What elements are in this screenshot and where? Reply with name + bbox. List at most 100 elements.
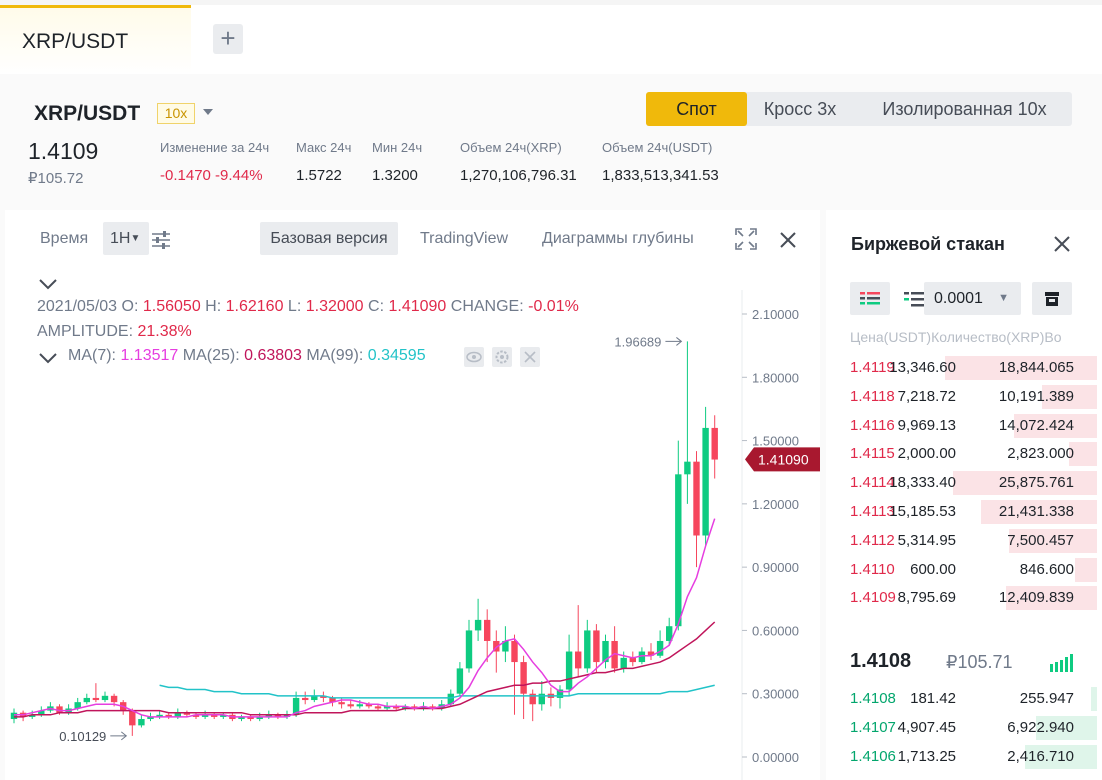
y-tick-label: 1.80000: [752, 370, 799, 385]
y-tick-label: 0.30000: [752, 687, 799, 702]
col-volume: Во: [1044, 329, 1062, 345]
bid-total: 2,416.710: [1007, 747, 1074, 765]
orderbook-both-icon: [860, 292, 880, 305]
pair-title[interactable]: XRP/USDT: [34, 102, 140, 126]
precision-value: 0.0001: [934, 290, 983, 307]
tab-bar: XRP/USDT +: [0, 0, 1102, 74]
ma7-line: [14, 518, 716, 718]
ask-row[interactable]: 1.4118 7,218.72 10,191.389: [826, 383, 1102, 412]
view-both-button[interactable]: [850, 282, 890, 315]
collapse-legend-icon[interactable]: [38, 278, 58, 290]
candlestick-chart[interactable]: 2.10000 1.80000 1.50000 1.20000 0.90000 0.600…: [5, 290, 820, 780]
candle-down: [110, 695, 118, 703]
ask-qty: 9,969.13: [897, 416, 956, 434]
caret-down-icon: ▼: [998, 292, 1009, 304]
add-tab-button[interactable]: +: [213, 24, 243, 54]
ma99-line: [159, 684, 715, 699]
ask-row[interactable]: 1.4112 5,314.95 7,500.457: [826, 527, 1102, 556]
bid-total: 6,922.940: [1007, 718, 1074, 736]
margin-mode-switch: Спот Кросс 3x Изолированная 10x: [646, 92, 1072, 126]
ask-row[interactable]: 1.4113 15,185.53 21,431.338: [826, 498, 1102, 527]
ask-row[interactable]: 1.4116 9,969.13 14,072.424: [826, 412, 1102, 441]
ask-price: 1.4109: [850, 589, 896, 607]
candle-down: [520, 662, 527, 694]
col-qty: Количество(XRP): [931, 329, 1045, 345]
order-book-panel: Биржевой стакан 0.0001 ▼ Цена(USDT)Количе…: [826, 210, 1102, 780]
ask-qty: 600.00: [910, 560, 956, 578]
candle-up: [356, 704, 363, 707]
leverage-badge[interactable]: 10x: [157, 103, 195, 124]
candle-down: [575, 651, 582, 669]
ask-qty: 2,000.00: [897, 445, 956, 463]
candle-down: [484, 619, 491, 641]
candle-down: [338, 702, 345, 705]
cross-label: Кросс: [763, 99, 813, 119]
bid-price: 1.4107: [850, 718, 896, 736]
close-chart-icon[interactable]: [779, 231, 797, 249]
candle-down: [593, 630, 600, 663]
ask-total: 14,072.424: [998, 416, 1074, 434]
precision-select[interactable]: 0.0001 ▼: [924, 282, 1021, 315]
fullscreen-icon[interactable]: [735, 228, 757, 250]
tradingview-tab[interactable]: TradingView: [420, 230, 508, 248]
stat-vol-usdt-value: 1,833,513,341.53: [602, 167, 719, 184]
ask-row[interactable]: 1.4114 18,333.40 25,875.761: [826, 469, 1102, 498]
mid-price: 1.4108: [850, 650, 912, 672]
isolated-label: Изолированная: [882, 99, 1013, 119]
candle-down: [347, 704, 354, 707]
bid-row[interactable]: 1.4108 181.42 255.947: [826, 685, 1102, 714]
col-price: Цена(USDT): [850, 329, 932, 345]
current-price-label: 1.41090: [758, 451, 809, 467]
order-book-title: Биржевой стакан: [851, 234, 1005, 254]
candle-up: [656, 640, 664, 656]
isolated-leverage: 10x: [1017, 99, 1047, 119]
isolated-button[interactable]: Изолированная 10x: [861, 92, 1068, 126]
ask-price: 1.4114: [850, 474, 895, 492]
tab-bar-fill: [191, 5, 1102, 74]
candle-down: [693, 461, 700, 536]
bid-qty: 4,907.45: [897, 718, 956, 736]
stat-low-value: 1.3200: [372, 167, 418, 184]
ask-total: 846.600: [1019, 560, 1074, 578]
ask-row[interactable]: 1.4109 8,795.69 12,409.839: [826, 584, 1102, 613]
bid-row[interactable]: 1.4106 1,713.25 2,416.710: [826, 743, 1102, 772]
candle-up: [465, 630, 473, 669]
ask-price: 1.4118: [850, 387, 895, 405]
max-price-label: 1.96689: [614, 334, 661, 349]
stat-high-label: Макс 24ч: [296, 140, 352, 155]
mid-price-rub: ₽105.71: [946, 652, 1013, 672]
candle-down: [92, 697, 100, 701]
signal-bars-icon: [1050, 654, 1073, 672]
interval-select[interactable]: 1H▼: [103, 222, 149, 255]
candle-up: [584, 630, 591, 669]
candle-down: [129, 710, 136, 726]
ask-total: 7,500.457: [1007, 531, 1074, 549]
y-tick-label: 1.50000: [752, 434, 799, 449]
tab-label: XRP/USDT: [22, 30, 129, 53]
candle-down: [511, 640, 518, 663]
stat-vol-xrp-value: 1,270,106,796.31: [460, 167, 577, 184]
stat-high-value: 1.5722: [296, 167, 342, 184]
cross-button[interactable]: Кросс 3x: [750, 92, 850, 126]
ask-total: 10,191.389: [998, 387, 1074, 405]
ask-row[interactable]: 1.4110 600.00 846.600: [826, 556, 1102, 585]
stat-vol-xrp-label: Объем 24ч(XRP): [460, 140, 562, 155]
ask-row[interactable]: 1.4115 2,000.00 2,823.000: [826, 440, 1102, 469]
ask-total: 18,844.065: [998, 359, 1074, 376]
orderbook-settings-button[interactable]: [1032, 282, 1072, 315]
ask-row[interactable]: 1.4119 13,346.60 18,844.065: [826, 354, 1102, 383]
y-tick-label: 2.10000: [752, 307, 799, 322]
basic-version-tab[interactable]: Базовая версия: [260, 222, 398, 255]
last-price-rub: ₽105.72: [28, 170, 84, 187]
indicator-settings-icon[interactable]: [151, 231, 171, 249]
ask-total: 21,431.338: [998, 503, 1074, 520]
ask-qty: 7,218.72: [897, 387, 956, 405]
close-orderbook-icon[interactable]: [1054, 236, 1070, 252]
tab-xrp-usdt[interactable]: XRP/USDT: [0, 5, 191, 74]
bid-row[interactable]: 1.4107 4,907.45 6,922.940: [826, 714, 1102, 743]
ask-qty: 5,314.95: [897, 531, 956, 549]
candle-down: [302, 697, 309, 701]
chevron-down-icon[interactable]: [203, 109, 213, 115]
depth-chart-tab[interactable]: Диаграммы глубины: [542, 230, 694, 248]
spot-button[interactable]: Спот: [646, 92, 747, 126]
